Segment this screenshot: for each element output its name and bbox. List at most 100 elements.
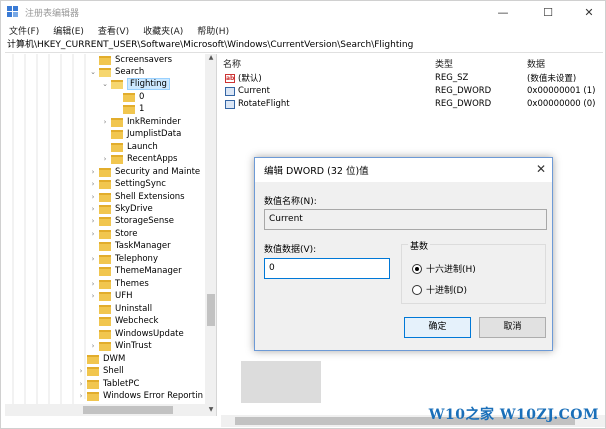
value-type: REG_DWORD	[435, 99, 492, 109]
menu-bar: 文件(F) 编辑(E) 查看(V) 收藏夹(A) 帮助(H)	[1, 23, 605, 38]
value-data: (数值未设置)	[527, 74, 577, 84]
value-row[interactable]: ab (默认)	[225, 72, 262, 84]
folder-icon	[111, 142, 123, 152]
tree-node[interactable]: ThemeManager	[89, 265, 182, 277]
folder-icon	[99, 316, 111, 326]
tree-node[interactable]: › InkReminder	[101, 116, 181, 128]
tree-node[interactable]: › Windows Error Reportin	[77, 390, 203, 402]
chevron-right-icon[interactable]: ›	[89, 168, 97, 176]
maximize-button[interactable]: ☐	[528, 1, 568, 23]
tree-node[interactable]: TaskManager	[89, 240, 171, 252]
tree-node[interactable]: JumplistData	[101, 128, 181, 140]
menu-file[interactable]: 文件(F)	[1, 24, 45, 37]
chevron-right-icon[interactable]: ›	[101, 155, 109, 163]
column-header-type[interactable]: 类型	[435, 57, 453, 70]
chevron-down-icon[interactable]: ⌄	[89, 68, 97, 76]
tree-node[interactable]: Uninstall	[89, 303, 152, 315]
chevron-right-icon[interactable]: ›	[77, 367, 85, 375]
tree-node[interactable]: Launch	[101, 141, 158, 153]
menu-edit[interactable]: 编辑(E)	[45, 24, 90, 37]
folder-icon	[99, 341, 111, 351]
close-window-button[interactable]: ✕	[569, 1, 606, 23]
tree-node[interactable]: Webcheck	[89, 315, 158, 327]
tree-node[interactable]: WindowsUpdate	[89, 328, 184, 340]
chevron-right-icon[interactable]: ›	[89, 217, 97, 225]
menu-view[interactable]: 查看(V)	[90, 24, 135, 37]
tree-node-label: Telephony	[115, 254, 158, 264]
tree-node[interactable]: › WinTrust	[89, 340, 152, 352]
menu-favorites[interactable]: 收藏夹(A)	[135, 24, 189, 37]
tree-node[interactable]: › Shell Extensions	[89, 191, 185, 203]
tree-node[interactable]: › Shell	[77, 365, 124, 377]
dec-radio[interactable]: 十进制(D)	[412, 283, 467, 296]
tree-node[interactable]: 1	[113, 103, 144, 115]
ok-button[interactable]: 确定	[404, 317, 471, 338]
cancel-button[interactable]: 取消	[479, 317, 546, 338]
tree-node[interactable]: › TabletPC	[77, 378, 140, 390]
tree-node-label: Windows Error Reportin	[103, 391, 203, 401]
chevron-right-icon[interactable]: ›	[89, 255, 97, 263]
column-header-data[interactable]: 数据	[527, 57, 545, 70]
tree-node[interactable]: › Themes	[89, 278, 149, 290]
chevron-right-icon[interactable]: ›	[89, 342, 97, 350]
dialog-close-icon[interactable]: ✕	[536, 162, 546, 176]
chevron-down-icon[interactable]: ⌄	[101, 80, 109, 88]
tree-node-label: Themes	[115, 279, 149, 289]
tree-scroll-thumb[interactable]	[207, 294, 215, 326]
string-value-icon: ab	[225, 73, 235, 83]
chevron-right-icon[interactable]: ›	[77, 392, 85, 400]
tree-node-label: Store	[115, 229, 138, 239]
address-bar[interactable]: 计算机\HKEY_CURRENT_USER\Software\Microsoft…	[5, 39, 603, 53]
column-header-name[interactable]: 名称	[223, 57, 241, 70]
tree-node[interactable]: › SettingSync	[89, 178, 166, 190]
chevron-right-icon[interactable]: ›	[89, 280, 97, 288]
tree-node[interactable]: ⌄ Flighting	[101, 78, 170, 90]
tree-node[interactable]: DWM	[77, 353, 125, 365]
folder-icon	[87, 391, 99, 401]
chevron-right-icon[interactable]: ›	[101, 118, 109, 126]
value-name: (默认)	[238, 74, 262, 84]
value-name-field: Current	[264, 209, 547, 230]
close-icon: ✕	[584, 5, 594, 19]
tree-node[interactable]: › RecentApps	[101, 153, 178, 165]
tree-node[interactable]: ⌄ Search	[89, 66, 144, 78]
folder-icon	[87, 354, 99, 364]
tree-node-label: RecentApps	[127, 154, 178, 164]
tree-node[interactable]: › UFH	[89, 290, 133, 302]
chevron-right-icon[interactable]: ›	[89, 230, 97, 238]
tree-node[interactable]: Screensavers	[89, 54, 172, 66]
folder-icon	[99, 241, 111, 251]
minimize-button[interactable]: —	[483, 1, 523, 23]
tree-node[interactable]: › Security and Mainte	[89, 166, 201, 178]
tree-node-label: WindowsUpdate	[115, 329, 184, 339]
tree-node[interactable]: › SkyDrive	[89, 203, 153, 215]
chevron-right-icon[interactable]: ›	[89, 180, 97, 188]
tree-node-label: Flighting	[127, 78, 170, 90]
chevron-right-icon[interactable]: ›	[77, 380, 85, 388]
tree-node-label: Shell Extensions	[115, 192, 185, 202]
scroll-up-icon[interactable]: ▲	[205, 54, 216, 64]
value-data-input[interactable]: 0	[264, 258, 390, 279]
folder-icon	[111, 117, 123, 127]
tree-node[interactable]: › Telephony	[89, 253, 158, 265]
tree-vertical-scrollbar[interactable]: ▲ ▼	[205, 54, 216, 416]
value-row[interactable]: Current	[225, 85, 270, 97]
tree-horizontal-scrollbar[interactable]	[5, 404, 205, 416]
chevron-right-icon[interactable]: ›	[89, 205, 97, 213]
value-row[interactable]: RotateFlight	[225, 98, 290, 110]
chevron-right-icon[interactable]: ›	[89, 292, 97, 300]
blurred-region	[241, 361, 321, 403]
tree-hscroll-thumb[interactable]	[83, 406, 173, 414]
maximize-icon: ☐	[543, 5, 553, 19]
tree-node[interactable]: › StorageSense	[89, 215, 174, 227]
hex-radio[interactable]: 十六进制(H)	[412, 262, 476, 275]
radio-selected-icon	[412, 263, 422, 274]
value-name: Current	[238, 86, 270, 96]
scroll-down-icon[interactable]: ▼	[205, 406, 216, 416]
tree-node-label: SkyDrive	[115, 204, 153, 214]
tree-node[interactable]: 0	[113, 91, 144, 103]
chevron-right-icon[interactable]: ›	[89, 193, 97, 201]
tree-node[interactable]: › Store	[89, 228, 138, 240]
menu-help[interactable]: 帮助(H)	[189, 24, 235, 37]
folder-icon	[99, 204, 111, 214]
